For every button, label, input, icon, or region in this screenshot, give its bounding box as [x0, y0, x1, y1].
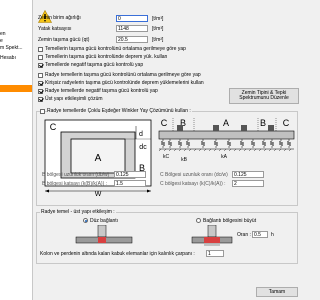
left-nav-item[interactable]: Hesabı — [0, 55, 16, 61]
raft-avg-stress-checkbox[interactable] — [38, 73, 43, 78]
seismic-load-checkbox[interactable] — [38, 55, 43, 60]
section-a: A — [223, 118, 229, 128]
left-nav-panel: en e m Spekt... Hesabı — [0, 0, 33, 300]
beamless-raft-label: Kirişsiz radyelerin taşıma gücü kontrolü… — [45, 80, 204, 86]
dimension-dc-label: dc — [139, 144, 147, 151]
zone-c-label: C — [50, 122, 57, 132]
raft-negative-checkbox[interactable] — [38, 89, 43, 94]
unit-weight-unit: [t/m³] — [152, 16, 164, 22]
left-nav-item[interactable]: e — [0, 38, 3, 44]
winkler-checkbox[interactable] — [40, 109, 45, 114]
c-factor-input[interactable] — [232, 180, 264, 187]
main-panel: Zemin birim ağırlığı [t/m³] Yatak katsay… — [34, 0, 300, 300]
thickness-multiplier-label: Kolon ve perdenin altında kalan kabuk el… — [40, 251, 195, 257]
interaction-group-title: Radye temel - üst yapı etkileşim : — [40, 209, 116, 215]
seismic-load-label: Temellerin taşıma gücü kontrolünde depre… — [45, 54, 168, 60]
b-width-label: B bölgesi uzunluk oranı (db/w) — [42, 172, 110, 178]
b-factor-input[interactable] — [114, 180, 146, 187]
enlarge-connection-label: Bağlantı bölgesini büyüt — [203, 218, 257, 224]
negative-bearing-checkbox[interactable] — [38, 63, 43, 68]
left-nav-item[interactable]: m Spekt... — [0, 45, 23, 51]
raft-negative-label: Radye temellerde negatif taşıma gücü kon… — [45, 88, 158, 94]
c-factor-label: C bölgesi katsayı (k(C)/k(A)) : — [160, 181, 226, 187]
dimension-d-label: d — [139, 131, 143, 138]
enlarged-connection-illustration — [191, 225, 233, 246]
direct-connection-radio[interactable] — [83, 218, 88, 223]
thickness-multiplier-input[interactable] — [206, 250, 224, 257]
negative-bearing-label: Temellerde negatif taşıma gücü kontrolü … — [45, 62, 144, 68]
ratio-label: Oran : — [237, 232, 251, 238]
subgrade-modulus-input[interactable] — [116, 25, 148, 32]
left-nav-item-selected[interactable] — [0, 85, 32, 92]
beamless-raft-checkbox[interactable] — [38, 81, 43, 86]
c-width-label: C Bölgesi uzunluk oranı (dc/w) — [160, 172, 228, 178]
bearing-capacity-unit: [t/m²] — [152, 37, 164, 43]
bearing-capacity-input[interactable] — [116, 36, 148, 43]
zone-a-label: A — [95, 153, 102, 164]
unit-weight-label: Zemin birim ağırlığı — [38, 15, 81, 21]
ratio-input[interactable] — [252, 231, 268, 238]
avg-stress-checkbox[interactable] — [38, 47, 43, 52]
bearing-capacity-label: Zemin taşıma gücü (qt) — [38, 37, 90, 43]
ratio-unit: h — [271, 232, 274, 238]
left-nav-item[interactable]: en — [0, 31, 6, 37]
superstructure-interaction-checkbox[interactable] — [38, 97, 43, 102]
avg-stress-label: Temellerin taşıma gücü kontrolünü ortala… — [45, 46, 186, 52]
superstructure-interaction-label: Üst yapı etkileşimli çözüm — [45, 96, 103, 102]
section-c-right: C — [283, 118, 290, 128]
edit-spectrum-button-label: Zemin Tipini & Tepki Spektrumunu Düzenle — [239, 89, 289, 101]
edit-spectrum-button[interactable]: Zemin Tipini & Tepki Spektrumunu Düzenle — [229, 88, 299, 104]
ok-button[interactable]: Tamam — [256, 287, 298, 297]
spring-kb-label: kB — [181, 157, 188, 163]
direct-connection-illustration — [75, 225, 133, 244]
winkler-label: Radye temellerde Çoklu Eşdeğer Winkler Y… — [47, 108, 192, 114]
ok-button-label: Tamam — [268, 288, 286, 295]
enlarge-connection-radio[interactable] — [196, 218, 201, 223]
raft-avg-stress-label: Radye temellerin taşıma gücü kontrolünü … — [45, 72, 201, 78]
width-w-label: W — [95, 191, 102, 197]
b-factor-label: B bölgesi katsayı (k(B)/k(A)) : — [42, 181, 108, 187]
subgrade-modulus-unit: [t/m³] — [152, 26, 164, 32]
section-c-left: C — [161, 118, 168, 128]
b-width-input[interactable] — [114, 171, 146, 178]
section-b-right: B — [260, 118, 266, 128]
direct-connection-label: Düz bağlantı — [90, 218, 119, 224]
spring-ka-label: kA — [221, 154, 228, 160]
c-width-input[interactable] — [232, 171, 264, 178]
subgrade-modulus-label: Yatak katsayısı — [38, 26, 72, 32]
unit-weight-input[interactable] — [116, 15, 148, 22]
raft-section-diagram: C B A B C kC kB kA — [158, 118, 295, 163]
spring-kc-label: kC — [163, 154, 170, 160]
